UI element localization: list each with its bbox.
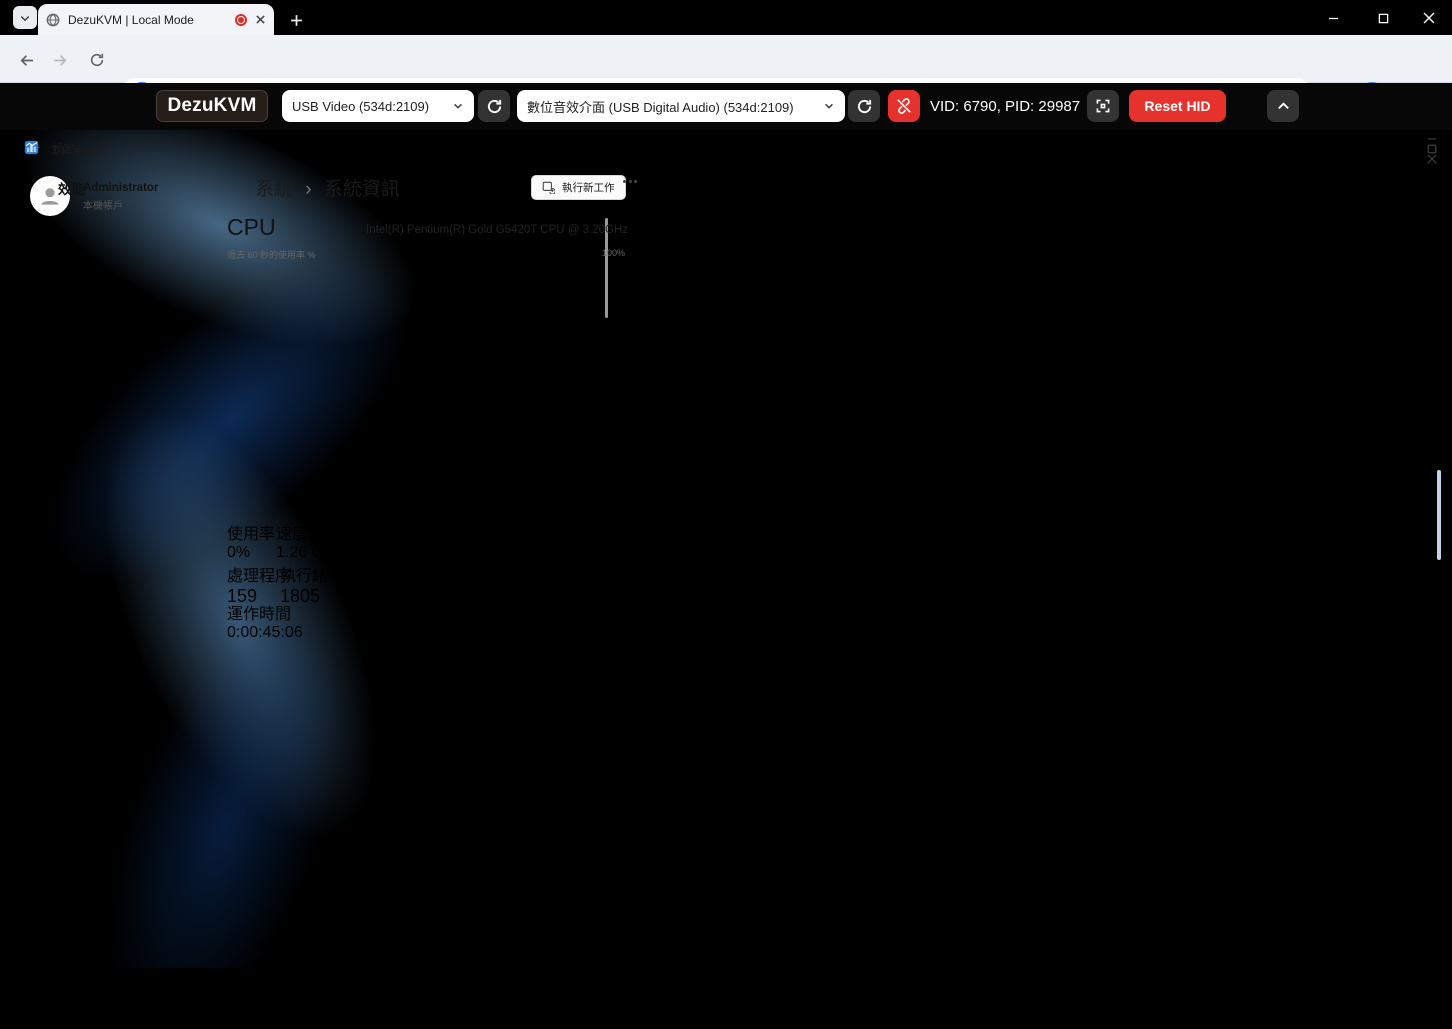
account-type: 本機帳戶	[83, 197, 123, 212]
maximize-icon	[1378, 13, 1389, 24]
stat-usage: 使用率0%	[227, 520, 275, 562]
window-close-button[interactable]	[1414, 8, 1444, 28]
remote-desktop-viewport[interactable]: 本機 cpuz 02 向日葵の咲く場所... 彼方の破片 資源回收筒 UsbTr…	[10, 130, 1443, 968]
minimize-icon	[1328, 13, 1339, 24]
graph-caption: 過去 60 秒的使用率 %	[227, 248, 316, 261]
browser-tab[interactable]: DezuKVM | Local Mode	[38, 4, 274, 35]
cpu-details-block: 基本速度:3.19 GHz 插槽:1 核心數目:2 邏輯處理器:4 模擬:已啟用…	[386, 521, 522, 713]
breadcrumb: 系統 › 系統資訊	[255, 174, 400, 201]
taskmgr-more-button[interactable]	[623, 180, 637, 183]
kvm-toolbar: DezuKVM USB Video (534d:2109) 數位音效介面 (US…	[0, 83, 1452, 130]
taskmgr-maximize-button[interactable]	[1427, 144, 1437, 154]
window-maximize-button[interactable]	[1368, 8, 1398, 28]
forward-button[interactable]	[48, 47, 74, 73]
video-device-label: USB Video (534d:2109)	[292, 99, 444, 114]
audio-device-select[interactable]: 數位音效介面 (USB Digital Audio) (534d:2109)	[517, 90, 845, 122]
chevron-up-icon	[1276, 99, 1291, 114]
kvm-logo: DezuKVM	[156, 90, 268, 122]
video-refresh-button[interactable]	[478, 90, 510, 122]
task-manager-window-controls	[1427, 134, 1437, 164]
back-arrow-icon	[17, 52, 34, 69]
task-manager-title: 工作管理員	[50, 142, 105, 158]
video-device-select[interactable]: USB Video (534d:2109)	[282, 90, 474, 122]
taskmgr-minimize-button[interactable]	[1427, 134, 1437, 144]
rename-pc-button[interactable]: 重新命名此電腦	[1321, 138, 1433, 162]
back-button[interactable]	[12, 47, 38, 73]
run-new-task-label: 執行新工作	[562, 180, 615, 195]
reset-hid-button[interactable]: Reset HID	[1129, 90, 1226, 122]
cpu-heading: CPU	[227, 214, 276, 241]
run-new-task-button[interactable]: 執行新工作	[531, 175, 626, 200]
plus-icon	[290, 14, 303, 27]
stat-uptime: 運作時間0:00:45:06	[227, 600, 303, 642]
fullscreen-button[interactable]	[1087, 90, 1119, 122]
graph-scale-label: 100%	[602, 248, 625, 258]
audio-device-label: 數位音效介面 (USB Digital Audio) (534d:2109)	[527, 97, 815, 116]
collapse-toolbar-button[interactable]	[1267, 90, 1299, 122]
chevron-down-icon	[823, 100, 835, 112]
forward-arrow-icon	[53, 52, 70, 69]
tab-search-button[interactable]	[13, 6, 37, 29]
link-slash-icon	[895, 97, 913, 115]
tab-title: DezuKVM | Local Mode	[68, 13, 227, 27]
chevron-down-icon	[452, 100, 464, 112]
breadcrumb-root[interactable]: 系統	[255, 179, 293, 200]
window-minimize-button[interactable]	[1318, 8, 1348, 28]
vid-pid-status: VID: 6790, PID: 29987	[930, 83, 1080, 130]
account-name: Administrator	[83, 182, 158, 194]
fullscreen-icon	[1095, 98, 1111, 114]
close-icon	[1423, 12, 1435, 24]
new-tab-button[interactable]	[284, 8, 308, 32]
taskmgr-scrollbar[interactable]	[1437, 470, 1441, 560]
breadcrumb-page: 系統資訊	[324, 179, 400, 200]
breadcrumb-separator-icon: ›	[298, 179, 318, 200]
tab-recording-icon	[235, 14, 247, 26]
reload-icon	[89, 52, 105, 68]
reload-button[interactable]	[84, 47, 110, 73]
stat-speed: 速度1.26 GHz	[276, 520, 344, 562]
task-manager-app-icon	[24, 140, 39, 155]
cpu-full-name: Intel(R) Pentium(R) Gold G5420T CPU @ 3.…	[350, 224, 628, 236]
chevron-down-icon	[19, 12, 31, 24]
browser-tabstrip: DezuKVM | Local Mode	[0, 0, 1452, 35]
performance-page-title: 效能	[58, 178, 85, 198]
disconnect-button[interactable]	[888, 90, 920, 122]
browser-toolbar: https://localhost:8443	[0, 35, 1452, 83]
wallpaper-petal	[62, 590, 388, 968]
refresh-icon	[856, 98, 873, 115]
audio-refresh-button[interactable]	[848, 90, 880, 122]
taskmgr-close-button[interactable]	[1427, 154, 1437, 164]
globe-favicon	[46, 13, 60, 27]
new-task-icon	[542, 181, 555, 194]
tab-close-icon[interactable]	[255, 14, 266, 25]
refresh-icon	[486, 98, 503, 115]
